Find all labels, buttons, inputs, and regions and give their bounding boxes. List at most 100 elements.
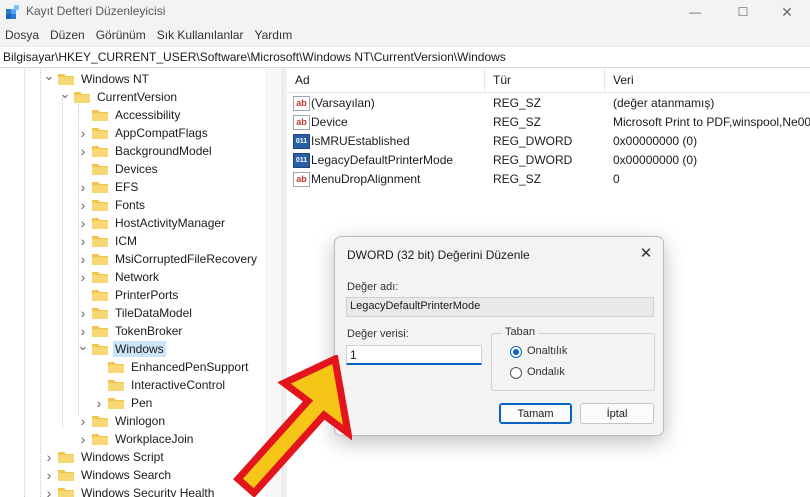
registry-editor-icon: [6, 4, 20, 19]
menu-file[interactable]: Dosya: [0, 28, 45, 42]
hexadecimal-radio[interactable]: [510, 346, 522, 358]
cancel-button[interactable]: İptal: [580, 403, 654, 424]
tree-item[interactable]: PrinterPorts: [78, 286, 180, 304]
tree-item-label: BackgroundModel: [115, 144, 212, 158]
decimal-radio[interactable]: [510, 367, 522, 379]
tree-item[interactable]: › Winlogon: [78, 412, 167, 430]
folder-icon: [108, 398, 124, 409]
folder-icon: [92, 254, 108, 265]
value-row[interactable]: 011 IsMRUEstablished REG_DWORD 0x00000000 (…: [287, 132, 810, 151]
chevron-right-icon[interactable]: ›: [78, 430, 88, 448]
chevron-down-icon[interactable]: ⌄: [60, 85, 71, 103]
tree-item-label: Network: [115, 270, 160, 284]
close-window-button[interactable]: ✕: [764, 0, 810, 24]
hexadecimal-label[interactable]: Onaltılık: [527, 345, 567, 357]
close-icon: ✕: [639, 245, 653, 262]
value-name: Device: [311, 115, 348, 129]
folder-icon: [92, 416, 108, 427]
tree-guide-line: [40, 68, 41, 497]
value-data: 0x00000000 (0): [613, 134, 698, 148]
chevron-right-icon[interactable]: ›: [44, 448, 54, 466]
tree-item[interactable]: › WorkplaceJoin: [78, 430, 195, 448]
tree-item-label: Windows: [113, 341, 166, 357]
chevron-right-icon[interactable]: ›: [78, 124, 88, 142]
address-bar[interactable]: Bilgisayar\HKEY_CURRENT_USER\Software\Mi…: [0, 46, 810, 68]
value-row[interactable]: ab Device REG_SZ Microsoft Print to PDF,win…: [287, 113, 810, 132]
chevron-right-icon[interactable]: ›: [78, 178, 88, 196]
tree-item[interactable]: Accessibility: [78, 106, 182, 124]
tree-item[interactable]: Devices: [78, 160, 160, 178]
tree-item-label: Accessibility: [115, 108, 181, 122]
minimize-button[interactable]: —: [672, 0, 718, 24]
tree-item[interactable]: › Network: [78, 268, 161, 286]
dialog-close-button[interactable]: ✕: [635, 242, 657, 264]
chevron-right-icon[interactable]: ›: [94, 394, 104, 412]
binary-value-icon: 011: [293, 134, 310, 149]
chevron-right-icon[interactable]: ›: [78, 196, 88, 214]
column-type[interactable]: Tür: [485, 68, 605, 92]
chevron-right-icon[interactable]: ›: [78, 268, 88, 286]
chevron-right-icon[interactable]: ›: [78, 250, 88, 268]
value-row[interactable]: 011 LegacyDefaultPrinterMode REG_DWORD 0x00…: [287, 151, 810, 170]
tree-item[interactable]: › MsiCorruptedFileRecovery: [78, 250, 259, 268]
folder-icon: [58, 488, 74, 497]
tree-item-label: ICM: [115, 234, 137, 248]
tree-item-label: CurrentVersion: [97, 90, 178, 104]
chevron-down-icon[interactable]: ⌄: [44, 68, 55, 85]
tree-item[interactable]: › TokenBroker: [78, 322, 184, 340]
tree-item-label: Winlogon: [115, 414, 166, 428]
tree-item[interactable]: › Fonts: [78, 196, 147, 214]
tree-item[interactable]: › HostActivityManager: [78, 214, 227, 232]
tree-item[interactable]: › Windows Script: [44, 448, 166, 466]
window-title: Kayıt Defteri Düzenleyicisi: [26, 4, 166, 18]
tree-item-label: TokenBroker: [115, 324, 183, 338]
menu-favorites[interactable]: Sık Kullanılanlar: [152, 28, 250, 42]
chevron-right-icon[interactable]: ›: [78, 214, 88, 232]
folder-icon: [74, 92, 90, 103]
value-data-input[interactable]: 1: [346, 345, 482, 365]
maximize-button[interactable]: ☐: [720, 0, 766, 24]
folder-icon: [58, 452, 74, 463]
chevron-right-icon[interactable]: ›: [78, 304, 88, 322]
tree-item[interactable]: › Windows Security Health: [44, 484, 216, 497]
string-value-icon: ab: [293, 172, 310, 187]
tree-item[interactable]: ⌄ CurrentVersion: [60, 85, 179, 106]
chevron-right-icon[interactable]: ›: [78, 412, 88, 430]
menu-help[interactable]: Yardım: [249, 28, 298, 42]
folder-icon: [92, 272, 108, 283]
chevron-right-icon[interactable]: ›: [44, 484, 54, 497]
ok-button[interactable]: Tamam: [499, 403, 572, 424]
tree-item[interactable]: › EFS: [78, 178, 140, 196]
chevron-right-icon[interactable]: ›: [44, 466, 54, 484]
tree-item[interactable]: › ICM: [78, 232, 139, 250]
column-name[interactable]: Ad: [287, 68, 485, 92]
tree-item-label: TileDataModel: [115, 306, 192, 320]
menu-edit[interactable]: Düzen: [45, 28, 91, 42]
tree-item[interactable]: › Windows Search: [44, 466, 173, 484]
close-icon: ✕: [781, 3, 793, 20]
tree-item[interactable]: InteractiveControl: [94, 376, 227, 394]
chevron-right-icon[interactable]: ›: [78, 232, 88, 250]
chevron-down-icon[interactable]: ⌄: [78, 337, 89, 355]
folder-icon: [92, 164, 108, 175]
value-data: (değer atanmamış): [613, 96, 715, 110]
menu-view[interactable]: Görünüm: [91, 28, 152, 42]
tree-item-label: Windows NT: [81, 72, 150, 86]
tree-item[interactable]: › BackgroundModel: [78, 142, 214, 160]
value-data-label: Değer verisi:: [347, 328, 409, 340]
folder-icon: [108, 362, 124, 373]
tree-item[interactable]: › TileDataModel: [78, 304, 194, 322]
tree-item[interactable]: EnhancedPenSupport: [94, 358, 250, 376]
value-row[interactable]: ab MenuDropAlignment REG_SZ 0: [287, 170, 810, 189]
tree-item[interactable]: › Pen: [94, 394, 154, 412]
tree-item[interactable]: › AppCompatFlags: [78, 124, 210, 142]
tree-item[interactable]: ⌄ Windows: [78, 337, 166, 358]
decimal-label[interactable]: Ondalık: [527, 366, 565, 378]
value-row[interactable]: ab (Varsayılan) REG_SZ (değer atanmamış): [287, 94, 810, 113]
chevron-right-icon[interactable]: ›: [78, 142, 88, 160]
folder-icon: [58, 470, 74, 481]
column-data[interactable]: Veri: [605, 68, 810, 92]
tree-item-label: Fonts: [115, 198, 146, 212]
